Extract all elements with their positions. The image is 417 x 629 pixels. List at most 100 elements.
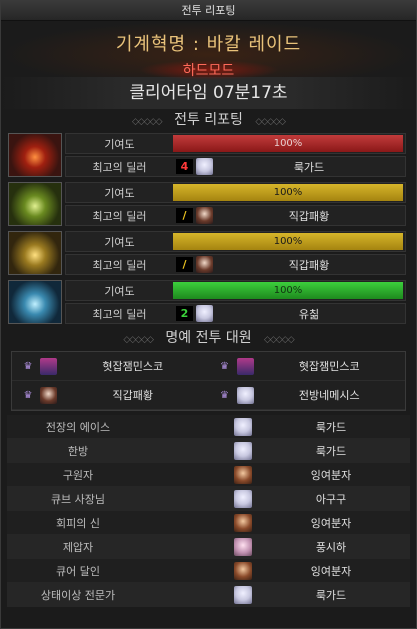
award-row[interactable]: 제압자 풍시하 [7,535,410,559]
character-avatar-icon [40,357,57,375]
boss-row: 기여도 100% 최고의 딜러 / 직갑패황 [1,229,416,278]
dealer-name: 룩가드 [293,160,325,174]
crown-icon: ♛ [220,389,229,401]
character-avatar-icon [234,585,252,604]
award-recipient: 룩가드 [315,420,347,434]
award-row[interactable]: 구원자 잉여분자 [7,463,410,487]
award-title: 전장의 에이스 [45,420,111,434]
clear-time: 클리어타임 07분17초 [1,77,416,109]
class-rank-icon: 4 [176,159,193,174]
boss-row: 기여도 100% 최고의 딜러 2 유칢 [1,278,416,327]
character-avatar-icon [234,537,252,556]
class-rank-icon: 2 [176,306,193,321]
honor-heading: ◇◇◇◇◇ 명예 전투 대원 ◇◇◇◇◇ [1,327,416,349]
award-title: 큐브 사장님 [50,492,106,506]
character-avatar-icon [234,513,252,532]
top-dealer[interactable]: 4 룩가드 [173,157,405,176]
honor-member[interactable]: ♛ 전방네메시스 [208,381,405,410]
award-row[interactable]: 전장의 에이스 룩가드 [7,415,410,439]
top-dealer-line: 최고의 딜러 / 직갑패황 [65,254,406,275]
honor-member-name: 전방네메시스 [298,389,360,402]
award-recipient: 잉여분자 [310,468,352,482]
contribution-track: 100% [173,233,403,250]
character-avatar-icon [234,417,252,436]
award-title: 제압자 [62,540,94,554]
class-rank-icon: / [176,257,193,272]
contribution-track: 100% [173,282,403,299]
top-dealer-label: 최고의 딜러 [92,258,147,272]
ornament-right-icon: ◇◇◇◇◇ [264,335,295,345]
honor-members: ♛ 혓잡잼민스코 ♛ 혓잡잼민스코 ♛ 직갑패황 ♛ 전방네메시스 [11,351,406,411]
honor-member-name: 혓잡잼민스코 [102,360,164,373]
blue-dragon-portrait-icon [8,280,62,324]
award-title: 상태이상 전문가 [40,588,116,602]
character-avatar-icon [234,489,252,508]
top-dealer-label: 최고의 딜러 [92,209,147,223]
award-row[interactable]: 한방 룩가드 [7,439,410,463]
battle-report-window: 전투 리포팅 기계혁명 : 바칼 레이드 하드모드 클리어타임 07분17초 ◇… [0,0,417,629]
honor-member-name: 직갑패황 [112,389,153,402]
character-avatar-icon [236,386,254,404]
honor-member[interactable]: ♛ 혓잡잼민스코 [12,352,209,381]
boss-stats: 기여도 100% 최고의 딜러 / 직갑패황 [65,231,406,277]
boss-report-list: 기여도 100% 최고의 딜러 4 룩가드 기여도 100% 최고의 딜러 / 직갑패황 기여도 10… [1,131,416,327]
ornament-left-icon: ◇◇◇◇◇ [123,335,154,345]
green-dragon-portrait-icon [8,182,62,226]
window-title: 전투 리포팅 [181,4,236,17]
award-title: 구원자 [62,468,94,482]
contribution-label: 기여도 [104,137,135,151]
gold-dragon-portrait-icon [8,231,62,275]
award-title: 큐어 달인 [56,564,100,578]
boss-stats: 기여도 100% 최고의 딜러 2 유칢 [65,280,406,326]
contribution-bar: 100% [173,184,403,201]
character-avatar-icon [234,441,252,460]
difficulty-badge: 하드모드 [138,60,279,80]
boss-stats: 기여도 100% 최고의 딜러 4 룩가드 [65,133,406,179]
award-row[interactable]: 큐브 사장님 아구구 [7,487,410,511]
honor-member[interactable]: ♛ 혓잡잼민스코 [208,352,405,381]
raid-name: 기계혁명 : 바칼 레이드 [115,34,302,55]
top-dealer-label: 최고의 딜러 [92,160,147,174]
award-recipient: 아구구 [315,492,347,506]
battle-report-heading: ◇◇◇◇◇ 전투 리포팅 ◇◇◇◇◇ [1,109,416,131]
top-dealer[interactable]: / 직갑패황 [173,206,405,225]
crown-icon: ♛ [23,360,33,372]
crown-icon: ♛ [23,389,33,401]
ornament-right-icon: ◇◇◇◇◇ [255,117,286,127]
contribution-label: 기여도 [104,284,135,298]
boss-row: 기여도 100% 최고의 딜러 4 룩가드 [1,131,416,180]
character-avatar-icon [236,357,254,375]
battle-report-title: 전투 리포팅 [174,112,243,128]
dealer-name: 직갑패황 [288,209,330,223]
award-list: 전장의 에이스 룩가드 한방 룩가드 구원자 잉여분자 큐브 사장님 아구구 회피의 신 잉여분자… [7,415,410,607]
contribution-bar: 100% [173,233,403,250]
class-rank-icon: / [176,208,193,223]
award-recipient: 잉여분자 [310,516,352,530]
character-avatar-icon [40,386,57,404]
contribution-bar: 100% [173,282,403,299]
top-dealer[interactable]: / 직갑패황 [173,255,405,274]
red-dragon-portrait-icon [8,133,62,177]
character-avatar-icon [234,561,252,580]
award-row[interactable]: 큐어 달인 잉여분자 [7,559,410,583]
award-row[interactable]: 회피의 신 잉여분자 [7,511,410,535]
character-avatar-icon [196,256,213,273]
honor-title: 명예 전투 대원 [165,330,252,346]
award-recipient: 룩가드 [315,588,347,602]
award-recipient: 잉여분자 [310,564,352,578]
award-recipient: 풍시하 [315,540,347,554]
honor-member[interactable]: ♛ 직갑패황 [12,381,209,410]
character-avatar-icon [234,465,252,484]
contribution-line: 기여도 100% [65,231,406,252]
character-avatar-icon [196,305,213,322]
ornament-left-icon: ◇◇◇◇◇ [132,117,163,127]
honor-member-name: 혓잡잼민스코 [298,360,360,373]
award-row[interactable]: 상태이상 전문가 룩가드 [7,583,410,607]
top-dealer-label: 최고의 딜러 [92,307,147,321]
top-dealer[interactable]: 2 유칢 [173,304,405,323]
award-title: 한방 [67,444,89,458]
boss-stats: 기여도 100% 최고의 딜러 / 직갑패황 [65,182,406,228]
window-titlebar[interactable]: 전투 리포팅 [1,1,416,21]
contribution-line: 기여도 100% [65,182,406,203]
character-avatar-icon [196,158,213,175]
